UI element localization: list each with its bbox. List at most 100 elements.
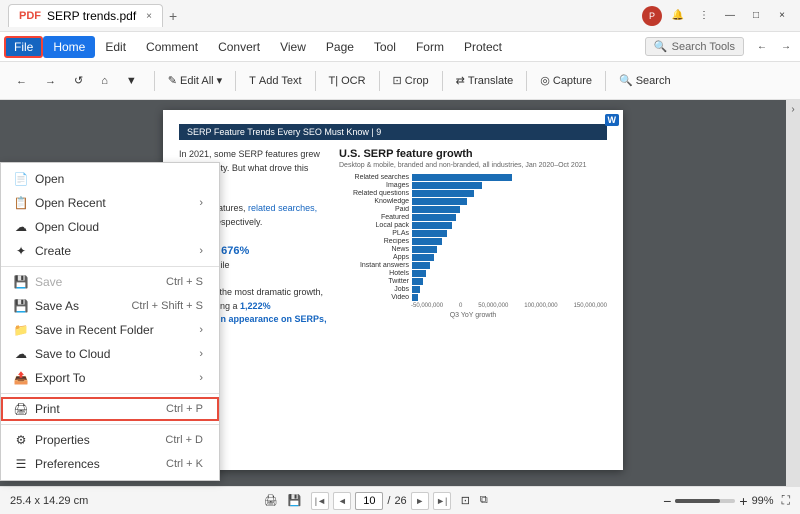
chart-row: Knowledge	[339, 198, 607, 205]
menu-item-file[interactable]: File	[4, 36, 43, 58]
search-label: Search	[636, 75, 671, 87]
chart-row: Related questions	[339, 190, 607, 197]
first-page-btn[interactable]: |◄	[311, 492, 329, 510]
current-page-input[interactable]	[355, 492, 383, 510]
copy-icon: ⧉	[480, 494, 488, 507]
minimize-btn[interactable]: —	[720, 6, 740, 26]
toolbar-add-text-btn[interactable]: T Add Text	[241, 71, 309, 91]
nav-back-btn[interactable]: ←	[752, 37, 772, 57]
search-tools[interactable]: 🔍 Search Tools	[645, 37, 744, 56]
maximize-btn[interactable]: □	[746, 6, 766, 26]
search-icon: 🔍	[619, 74, 633, 87]
menu-preferences[interactable]: ☰ Preferences Ctrl + K	[1, 452, 219, 476]
w-icon: W	[605, 114, 620, 126]
menu-item-convert[interactable]: Convert	[208, 36, 270, 58]
edit-all-icon: ✎	[168, 74, 177, 87]
print-label: Print	[35, 402, 60, 416]
save-label: Save	[35, 275, 62, 289]
menu-save-cloud[interactable]: ☁ Save to Cloud ›	[1, 342, 219, 366]
chart-row: Recipes	[339, 238, 607, 245]
toolbar-search-btn[interactable]: 🔍 Search	[611, 70, 679, 91]
save-as-shortcut: Ctrl + Shift + S	[131, 300, 203, 312]
zoom-in-btn[interactable]: +	[739, 493, 747, 509]
toolbar-forward-btn[interactable]: →	[37, 71, 64, 91]
chart-axis-values: -50,000,000050,000,000100,000,000150,000…	[339, 303, 607, 309]
tab-close-btn[interactable]: ×	[146, 11, 152, 22]
chart-row: Related searches	[339, 174, 607, 181]
fullscreen-btn[interactable]: ⛶	[782, 493, 790, 508]
next-page-btn[interactable]: ►	[411, 492, 429, 510]
open-cloud-icon: ☁	[13, 220, 29, 234]
chart-row: Featured	[339, 214, 607, 221]
dimensions-label: 25.4 x 14.29 cm	[10, 495, 88, 507]
toolbar-sep-6	[526, 71, 527, 91]
save-recent-arrow: ›	[199, 324, 203, 336]
ocr-label: OCR	[341, 75, 365, 87]
capture-label: Capture	[553, 75, 592, 87]
toolbar-home-btn[interactable]: ⌂	[93, 71, 116, 91]
export-icon: 📤	[13, 371, 29, 385]
save-as-label: Save As	[35, 299, 79, 313]
pdf-page: SERP Feature Trends Every SEO Must Know …	[163, 110, 623, 470]
pdf-body: In 2021, some SERP features grew in popu…	[179, 148, 607, 340]
prev-page-btn[interactable]: ◄	[333, 492, 351, 510]
open-label: Open	[35, 172, 64, 186]
menu-item-protect[interactable]: Protect	[454, 36, 512, 58]
menu-open[interactable]: 📄 Open	[1, 167, 219, 191]
last-page-btn[interactable]: ►|	[433, 492, 451, 510]
open-recent-label: Open Recent	[35, 196, 106, 210]
save-recent-icon: 📁	[13, 323, 29, 337]
chart-bars: Related searches Images Related question…	[339, 174, 607, 301]
chart-subtitle: Desktop & mobile, branded and non-brande…	[339, 162, 607, 169]
toolbar-ocr-btn[interactable]: T| OCR	[321, 71, 374, 91]
chart-row: PLAs	[339, 230, 607, 237]
sidebar-arrow-btn[interactable]: ›	[791, 104, 794, 115]
menu-open-recent[interactable]: 📋 Open Recent ›	[1, 191, 219, 215]
menu-item-page[interactable]: Page	[316, 36, 364, 58]
close-btn[interactable]: ×	[772, 6, 792, 26]
chart-title: U.S. SERP feature growth	[339, 148, 607, 160]
pdf-header: SERP Feature Trends Every SEO Must Know …	[179, 124, 607, 140]
properties-shortcut: Ctrl + D	[165, 434, 203, 446]
menu-icon[interactable]: ⋮	[694, 6, 714, 26]
save-cloud-label: Save to Cloud	[35, 347, 110, 361]
menu-item-comment[interactable]: Comment	[136, 36, 208, 58]
menu-print[interactable]: 🖨 Print Ctrl + P	[1, 397, 219, 421]
zoom-slider[interactable]	[675, 499, 735, 503]
file-dropdown-menu: 📄 Open 📋 Open Recent › ☁ Open Cloud ✦ Cr…	[0, 162, 220, 481]
search-tools-label: Search Tools	[672, 41, 735, 53]
open-cloud-label: Open Cloud	[35, 220, 99, 234]
zoom-out-btn[interactable]: −	[663, 493, 671, 509]
toolbar-capture-btn[interactable]: ◎ Capture	[532, 70, 600, 91]
menu-create[interactable]: ✦ Create ›	[1, 239, 219, 263]
menu-item-view[interactable]: View	[270, 36, 316, 58]
chart-row: Hotels	[339, 270, 607, 277]
add-text-label: Add Text	[259, 75, 302, 87]
toolbar-dropdown-btn[interactable]: ▼	[118, 71, 145, 91]
menu-item-tool[interactable]: Tool	[364, 36, 406, 58]
toolbar-translate-btn[interactable]: ⇄ Translate	[448, 70, 522, 91]
active-tab[interactable]: PDF SERP trends.pdf ×	[8, 4, 163, 27]
menu-open-cloud[interactable]: ☁ Open Cloud	[1, 215, 219, 239]
toolbar-edit-all-btn[interactable]: ✎ Edit All ▾	[160, 70, 230, 91]
print-icon-status: 🖨	[264, 494, 278, 507]
preferences-icon: ☰	[13, 457, 29, 471]
chart-row: Twitter	[339, 278, 607, 285]
toolbar-crop-btn[interactable]: ⊡ Crop	[385, 70, 437, 91]
menu-item-home[interactable]: Home	[43, 36, 95, 58]
menu-item-edit[interactable]: Edit	[95, 36, 136, 58]
menu-properties[interactable]: ⚙ Properties Ctrl + D	[1, 428, 219, 452]
create-icon: ✦	[13, 244, 29, 258]
toolbar-back-btn[interactable]: ←	[8, 71, 35, 91]
menu-item-form[interactable]: Form	[406, 36, 454, 58]
nav-forward-btn[interactable]: →	[776, 37, 796, 57]
new-tab-btn[interactable]: +	[169, 8, 177, 24]
menu-export[interactable]: 📤 Export To ›	[1, 366, 219, 390]
menu-bar: File Home Edit Comment Convert View Page…	[0, 32, 800, 62]
toolbar-sep-2	[235, 71, 236, 91]
menu-save-recent[interactable]: 📁 Save in Recent Folder ›	[1, 318, 219, 342]
toolbar-refresh-btn[interactable]: ↺	[66, 70, 91, 91]
notification-icon[interactable]: 🔔	[668, 6, 688, 26]
menu-save: 💾 Save Ctrl + S	[1, 270, 219, 294]
menu-save-as[interactable]: 💾 Save As Ctrl + Shift + S	[1, 294, 219, 318]
